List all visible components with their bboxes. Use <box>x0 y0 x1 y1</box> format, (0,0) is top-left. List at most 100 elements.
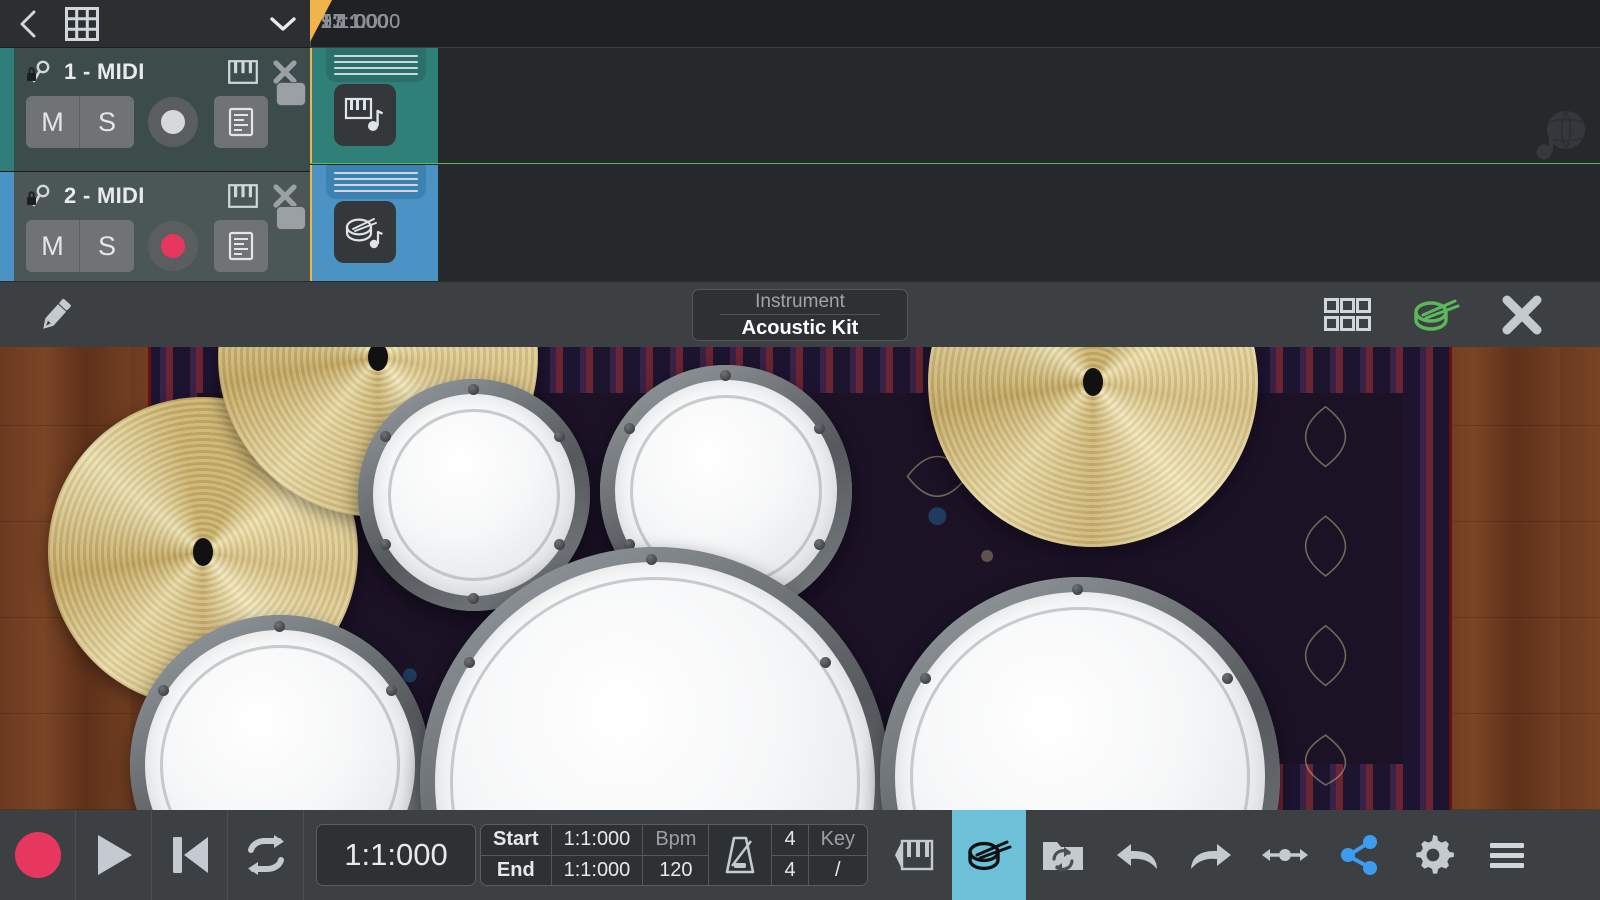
drum-lug <box>274 621 285 632</box>
drum-lug <box>820 657 831 668</box>
piano-note-icon <box>344 97 384 131</box>
move-tool-button[interactable] <box>1248 810 1322 900</box>
menu-button[interactable] <box>1470 810 1544 900</box>
loop-icon <box>247 835 284 875</box>
piano-keys-icon[interactable] <box>228 184 258 208</box>
metronome-icon <box>726 836 755 874</box>
lane-divider <box>310 163 1600 164</box>
clip-titlebar <box>326 48 426 82</box>
track-header-1[interactable]: 1 - MIDI M S <box>0 48 310 172</box>
drum-lug <box>380 431 391 442</box>
timesig-column[interactable]: 4 4 <box>772 825 809 886</box>
track-notes-button-2[interactable] <box>214 220 268 272</box>
drum-lug <box>814 539 825 550</box>
key-value[interactable]: / <box>809 856 867 886</box>
selector-divider <box>720 313 880 315</box>
drum-lug <box>624 423 635 434</box>
drum-lug <box>814 423 825 434</box>
track-notes-button-1[interactable] <box>214 96 268 148</box>
track-panel-header <box>0 0 310 48</box>
folder-refresh-icon <box>1043 842 1084 873</box>
clip-titlebar <box>326 165 426 199</box>
close-instrument-button[interactable] <box>1500 293 1544 337</box>
drum-note-icon <box>345 218 383 249</box>
clip-track-1[interactable] <box>310 48 438 164</box>
share-button[interactable] <box>1322 810 1396 900</box>
bpm-value[interactable]: 120 <box>643 856 708 886</box>
record-arm-2[interactable] <box>148 221 198 271</box>
drum-toggle-button[interactable] <box>952 810 1027 900</box>
start-end-values[interactable]: 1:1:000 1:1:000 <box>551 825 644 886</box>
timesig-numerator[interactable]: 4 <box>772 825 808 856</box>
record-arm-1[interactable] <box>148 97 198 147</box>
drum-lug <box>158 685 169 696</box>
timesig-denominator[interactable]: 4 <box>772 856 807 886</box>
pencil-edit-icon <box>43 298 71 329</box>
keyboard-toggle-button[interactable] <box>878 810 952 900</box>
loop-browser-button[interactable] <box>1026 810 1100 900</box>
track-color-strip <box>0 48 14 171</box>
settings-button[interactable] <box>1396 810 1470 900</box>
undo-arrow-icon <box>1117 844 1158 869</box>
pencil-tool-button[interactable] <box>0 293 110 337</box>
record-arm-dot <box>161 234 185 258</box>
drum-kit-stage[interactable] <box>0 347 1600 810</box>
key-column[interactable]: Key / <box>808 825 868 886</box>
track-volume-handle-1[interactable] <box>276 82 306 106</box>
track-lane-2[interactable] <box>310 165 1600 281</box>
track-volume-handle-2[interactable] <box>276 206 306 230</box>
metronome-cell <box>709 825 771 885</box>
metronome-button[interactable] <box>709 825 773 885</box>
mute-button-2[interactable]: M <box>26 220 80 272</box>
loop-button[interactable] <box>228 810 304 900</box>
track-name: 2 - MIDI <box>64 183 145 208</box>
clip-icon-box <box>334 84 396 146</box>
bpm-column[interactable]: Bpm 120 <box>643 825 710 886</box>
grid-pads-icon <box>1324 297 1371 331</box>
play-button[interactable] <box>76 810 152 900</box>
playhead-marker[interactable] <box>310 0 332 42</box>
song-info-panel[interactable]: Start End 1:1:000 1:1:000 Bpm 120 4 4 Ke… <box>480 824 869 886</box>
track-lane-1[interactable] <box>310 48 1600 164</box>
drum-lug <box>386 685 397 696</box>
back-button[interactable] <box>0 8 56 40</box>
track-header-2[interactable]: 2 - MIDI M S <box>0 172 310 296</box>
move-horizontal-icon <box>1262 849 1309 861</box>
arrangement-area[interactable] <box>310 48 1600 281</box>
solo-button-2[interactable]: S <box>80 220 134 272</box>
grid-view-button[interactable] <box>56 6 108 41</box>
close-x-icon <box>1502 295 1542 334</box>
drum-lug <box>380 539 391 550</box>
clip-track-2[interactable] <box>310 165 438 281</box>
expand-tracks-button[interactable] <box>256 14 310 34</box>
record-button[interactable] <box>0 810 76 900</box>
solo-button-1[interactable]: S <box>80 96 134 148</box>
end-value[interactable]: 1:1:000 <box>552 856 643 886</box>
undo-button[interactable] <box>1100 810 1174 900</box>
piano-keys-icon[interactable] <box>228 60 258 84</box>
position-display[interactable]: 1:1:000 <box>316 824 476 886</box>
end-label: End <box>496 858 535 881</box>
drum-lug <box>554 431 565 442</box>
mute-button-1[interactable]: M <box>26 96 80 148</box>
drum-kit-icon <box>1414 299 1460 331</box>
globe-music-watermark <box>1528 108 1590 171</box>
clip-icon-box <box>334 201 396 263</box>
gear-icon <box>1416 835 1454 874</box>
lock-person-icon <box>27 184 50 207</box>
key-label: Key <box>808 825 868 856</box>
redo-button[interactable] <box>1174 810 1248 900</box>
drum-lug <box>646 554 657 565</box>
cymbal-bell <box>368 347 388 371</box>
pad-grid-button[interactable] <box>1324 297 1372 332</box>
note-list-icon <box>228 231 254 261</box>
transport-bar: 1:1:000 Start End 1:1:000 1:1:000 Bpm 12… <box>0 810 1600 900</box>
track-name: 1 - MIDI <box>64 59 145 84</box>
drum-hoop <box>388 409 560 581</box>
start-value[interactable]: 1:1:000 <box>551 825 643 856</box>
instrument-selector[interactable]: Instrument Acoustic Kit <box>692 288 908 341</box>
drum-kit-button[interactable] <box>1410 292 1462 338</box>
timeline-ruler[interactable]: 1:1:000 5:1:000 9:1:000 13:1:000 17:1:00… <box>310 0 1600 48</box>
play-icon <box>97 835 132 875</box>
rewind-button[interactable] <box>152 810 228 900</box>
